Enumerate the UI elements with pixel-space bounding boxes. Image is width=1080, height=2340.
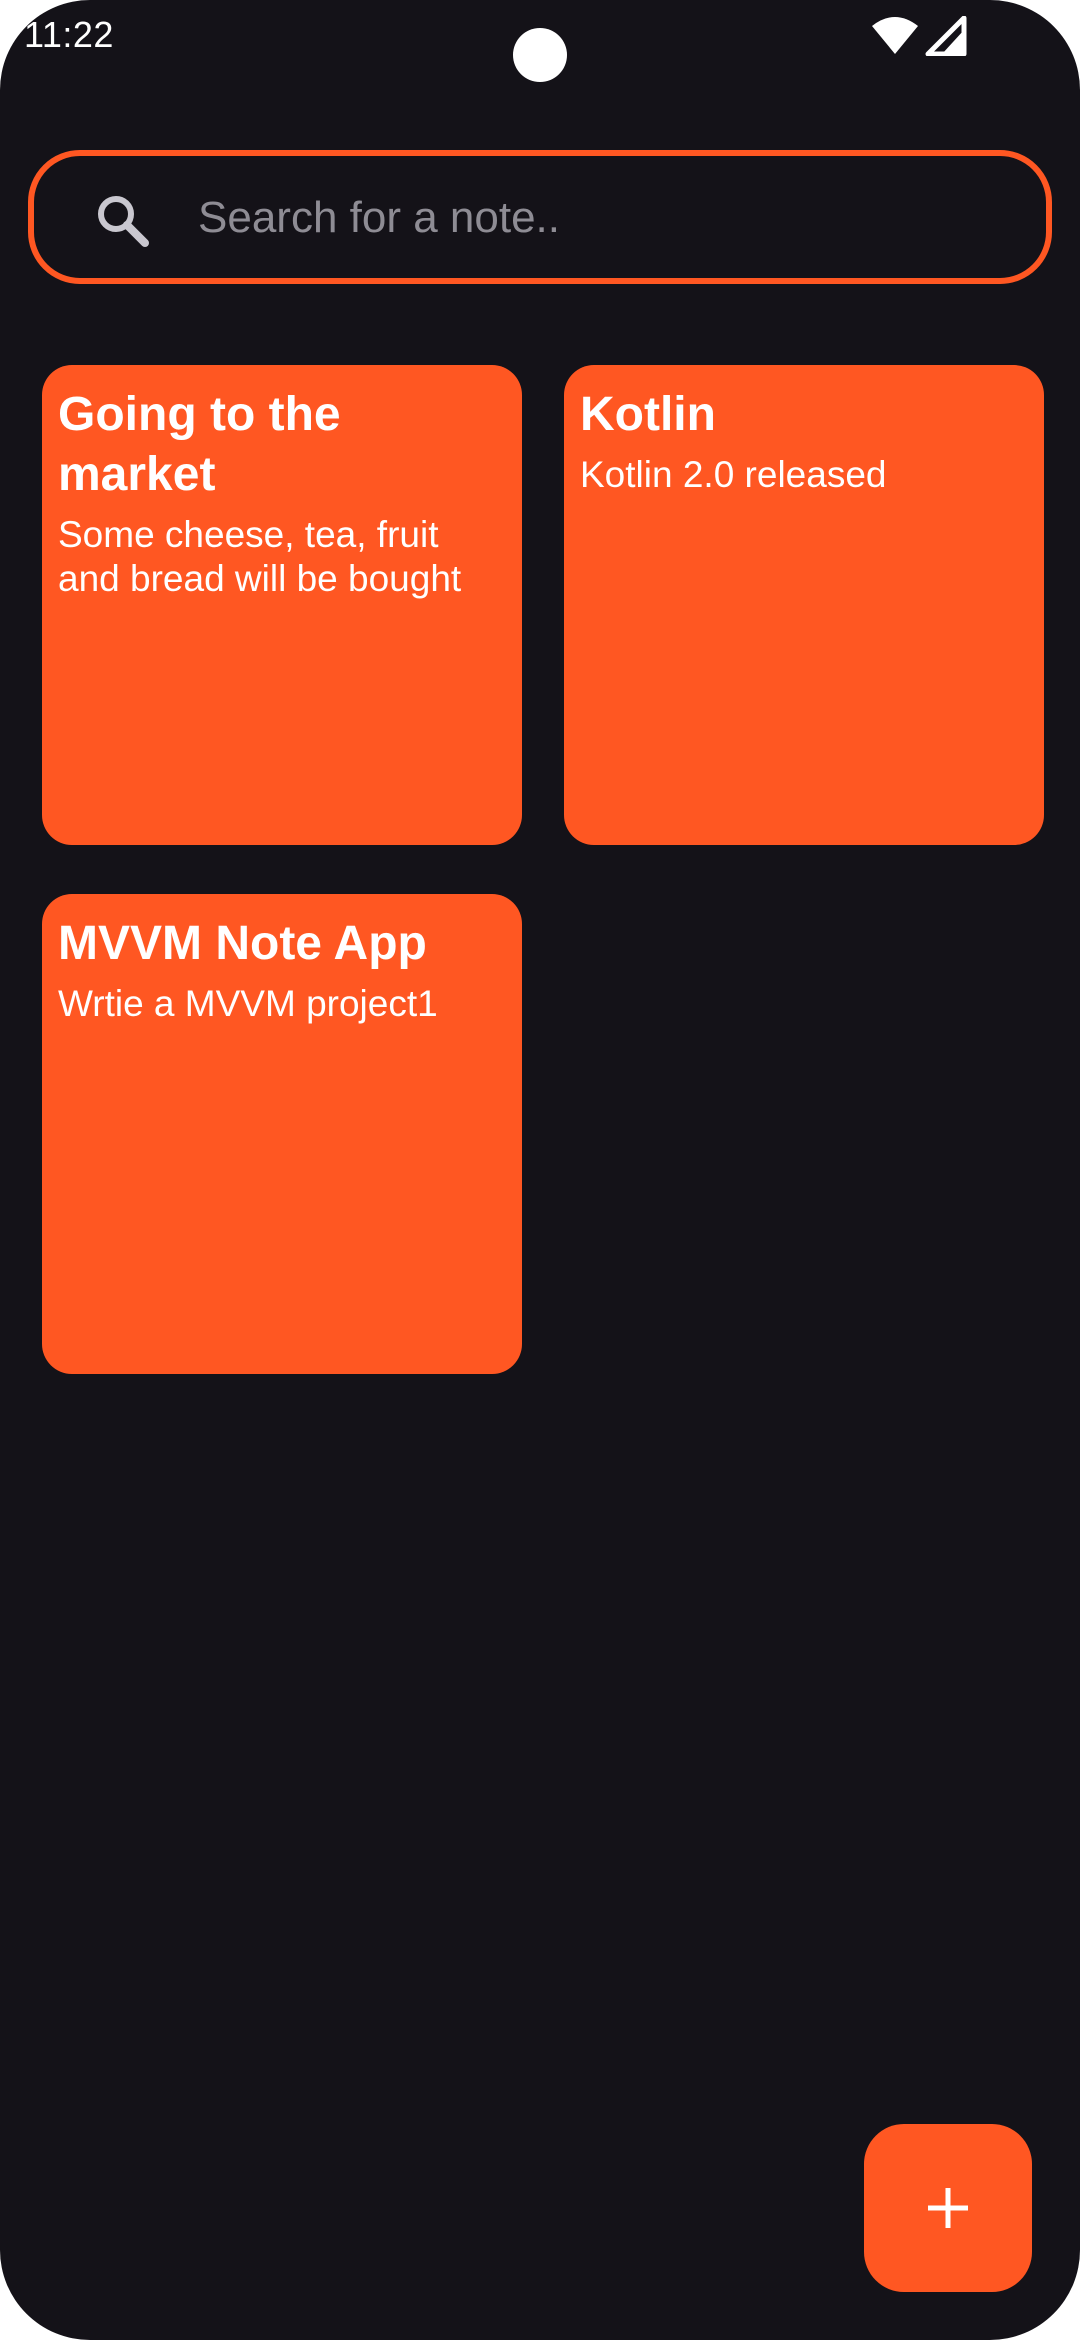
camera-cutout: [513, 28, 567, 82]
note-card[interactable]: Kotlin Kotlin 2.0 released: [564, 365, 1044, 845]
search-icon: [98, 196, 149, 247]
search-input[interactable]: [196, 180, 1000, 256]
note-card[interactable]: MVVM Note App Wrtie a MVVM project1: [42, 894, 522, 1374]
note-card[interactable]: Going to the market Some cheese, tea, fr…: [42, 365, 522, 845]
status-icons: [870, 16, 970, 56]
note-body: Some cheese, tea, fruit and bread will b…: [58, 514, 462, 599]
status-time: 11:22: [24, 14, 114, 55]
search-bar[interactable]: [28, 150, 1052, 284]
add-icon: [928, 2188, 968, 2228]
note-body: Kotlin 2.0 released: [580, 454, 887, 495]
cellular-signal-icon: [925, 16, 967, 56]
wifi-icon: [872, 17, 918, 54]
note-body: Wrtie a MVVM project1: [58, 983, 438, 1024]
note-title: Kotlin: [580, 388, 716, 441]
note-title: MVVM Note App: [58, 917, 427, 970]
note-title: Going to the market: [58, 388, 341, 501]
add-note-button[interactable]: [864, 2124, 1032, 2292]
app-screen: 11:22 Going to the market Some cheese, t…: [0, 0, 1080, 2340]
